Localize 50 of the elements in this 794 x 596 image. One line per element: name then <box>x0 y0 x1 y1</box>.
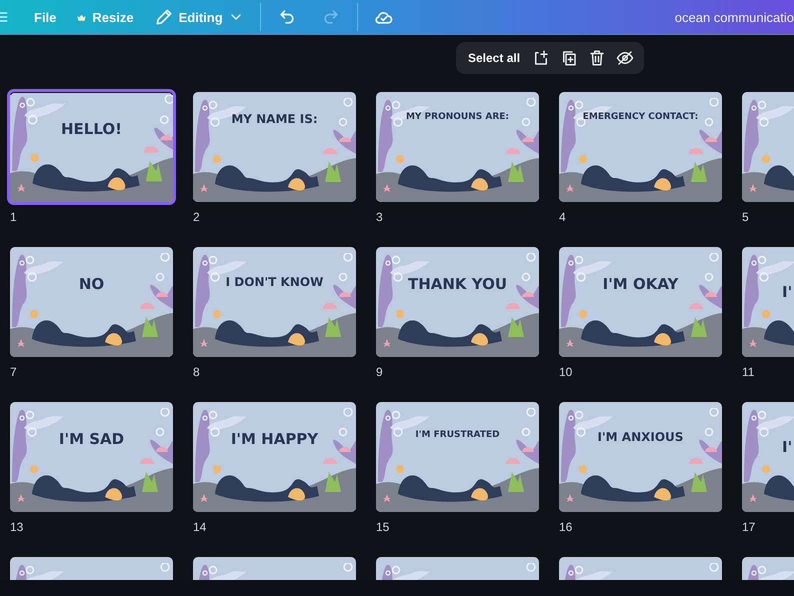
page-thumbnail[interactable]: I'M FRUSTRATED <box>376 402 539 512</box>
add-page-icon[interactable] <box>532 49 550 67</box>
page-heading: I'M OKAY <box>602 275 680 293</box>
page-number: 10 <box>559 365 572 379</box>
page-number: 14 <box>193 520 206 534</box>
select-all-button[interactable]: Select all <box>466 47 522 69</box>
page-thumbnail[interactable]: I DON'T KNOW <box>193 247 356 357</box>
page-heading: MY PRONOUNS ARE: <box>404 112 510 122</box>
page-number: 11 <box>742 365 754 379</box>
page-thumbnail[interactable]: I' <box>742 247 794 357</box>
page-thumbnail[interactable]: I'M SAD <box>10 402 173 512</box>
page-number: 15 <box>376 520 390 534</box>
page-number: 3 <box>376 210 383 224</box>
page-heading: MY NAME IS: <box>230 112 319 126</box>
page-number: 16 <box>559 520 572 534</box>
page-number: 2 <box>193 210 200 224</box>
duplicate-icon[interactable] <box>560 49 578 67</box>
page-thumbnail[interactable]: THANK YOU <box>376 247 539 357</box>
page-thumbnail[interactable]: MY PRONOUNS ARE: <box>376 92 539 202</box>
page-thumbnail[interactable]: EMERGENCY CONTACT: <box>559 92 722 202</box>
page-heading: I DON'T KNOW <box>224 275 324 289</box>
trash-icon[interactable] <box>588 49 606 67</box>
page-thumbnail[interactable]: I'M OKAY <box>559 247 722 357</box>
page-heading: HELLO! <box>60 120 123 138</box>
eye-slash-icon[interactable] <box>616 49 634 67</box>
page-number: 13 <box>10 520 24 534</box>
page-thumbnail[interactable]: I'M HAPPY <box>193 402 356 512</box>
page-number: 1 <box>10 210 17 224</box>
page-number: 8 <box>193 365 200 379</box>
page-heading: I' <box>782 283 794 301</box>
page-heading: I' <box>782 438 794 456</box>
page-heading: I'M ANXIOUS <box>596 430 684 444</box>
page-thumbnail[interactable]: HELLO! <box>7 89 176 205</box>
page-number: 9 <box>376 365 383 379</box>
page-heading: I'M SAD <box>58 430 126 448</box>
page-heading: THANK YOU <box>406 275 508 293</box>
page-thumbnail[interactable]: I' <box>742 402 794 512</box>
page-heading: EMERGENCY CONTACT: <box>582 112 700 122</box>
page-number: 7 <box>10 365 17 379</box>
page-number: 17 <box>742 520 756 534</box>
page-thumbnail[interactable]: NO <box>10 247 173 357</box>
page-heading: NO <box>78 275 106 293</box>
page-thumbnail[interactable]: I'M ANXIOUS <box>559 402 722 512</box>
page-thumbnail[interactable]: MY NAME IS: <box>193 92 356 202</box>
page-number: 4 <box>559 210 566 224</box>
pencil-icon[interactable] <box>154 7 174 27</box>
page-heading: I'M FRUSTRATED <box>414 430 501 440</box>
page-heading: I'M HAPPY <box>230 430 320 448</box>
page-number: 5 <box>742 210 749 224</box>
document-title[interactable]: ocean communicatio <box>674 10 794 24</box>
